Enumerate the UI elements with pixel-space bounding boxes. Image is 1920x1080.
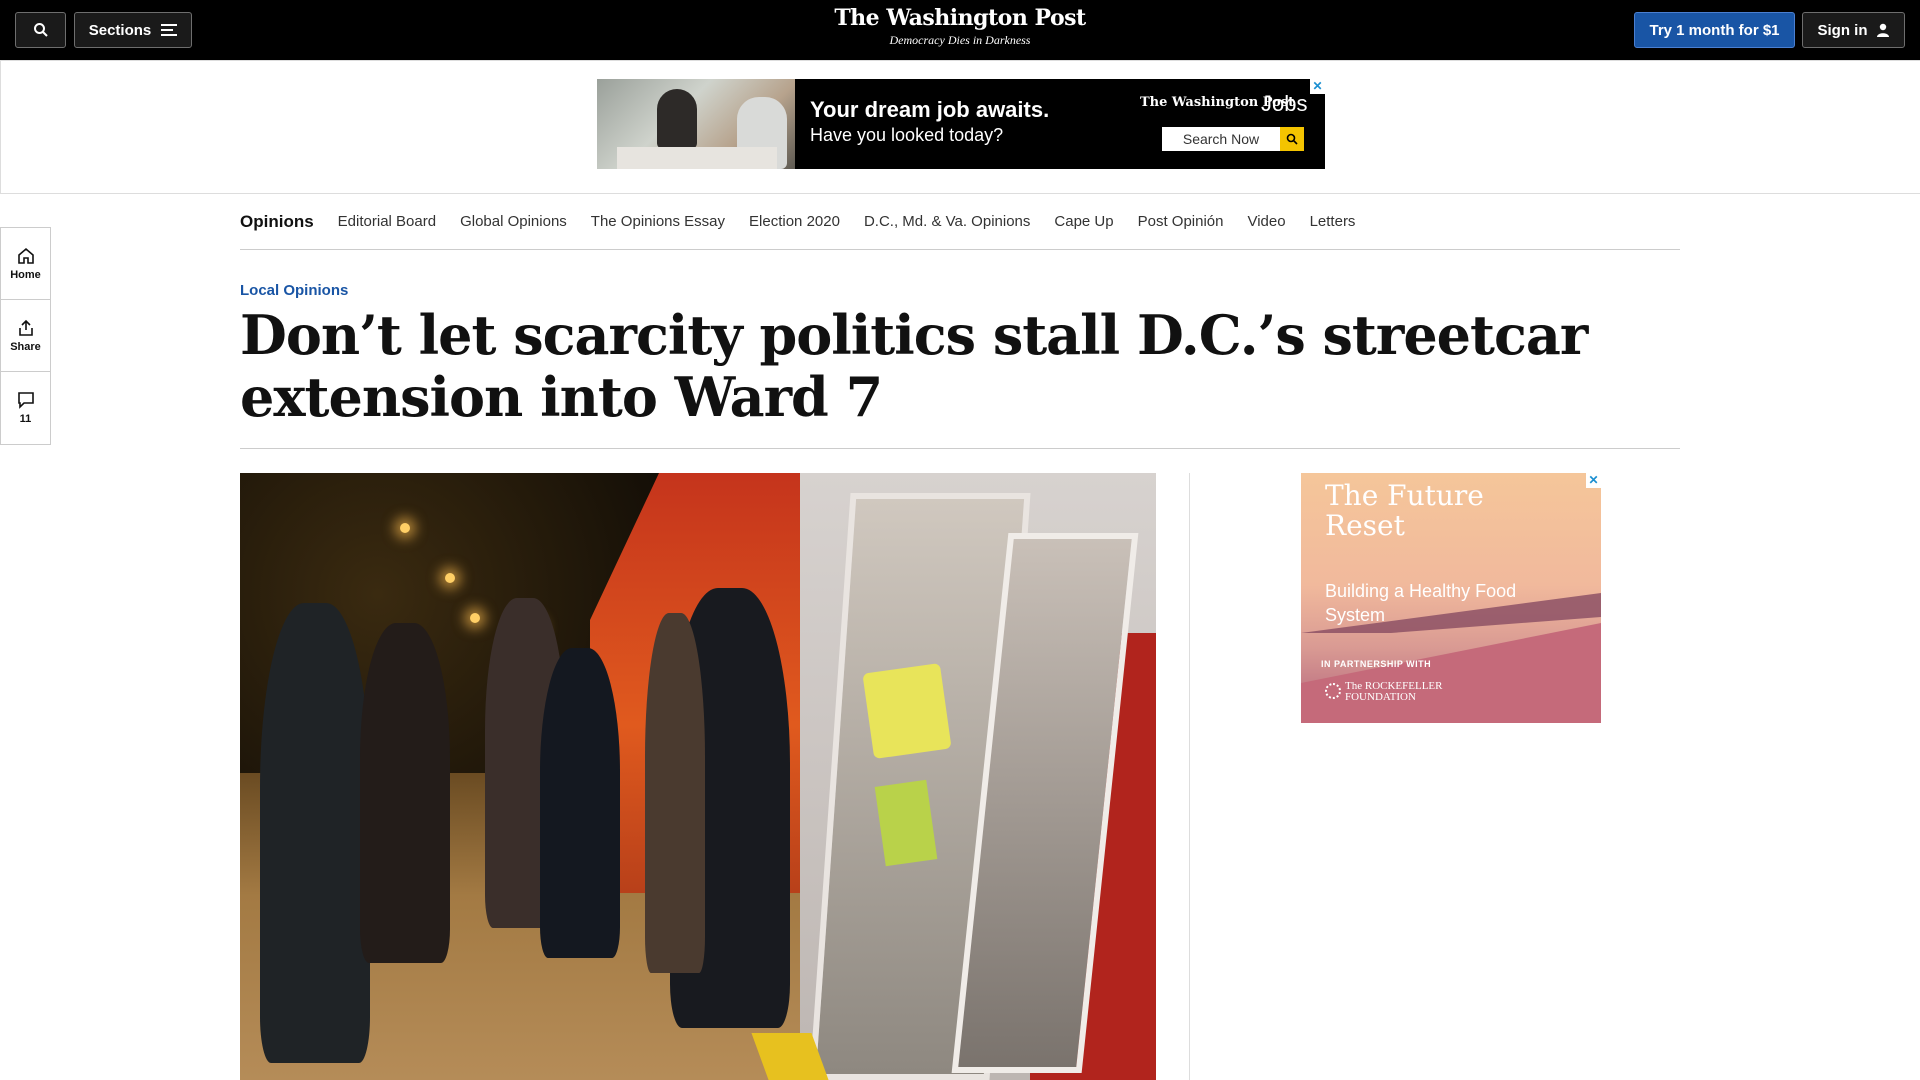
photo-passenger xyxy=(360,623,450,963)
rail-comments-count: 11 xyxy=(19,413,32,425)
home-icon xyxy=(17,247,34,264)
ad-search-label: Search Now xyxy=(1182,131,1260,147)
rail-home-button[interactable]: Home xyxy=(1,228,50,300)
sign-in-button[interactable]: Sign in xyxy=(1802,12,1905,48)
left-rail: Home Share 11 xyxy=(0,227,51,445)
top-bar: Sections The Washington Post Democracy D… xyxy=(0,0,1920,60)
ad-photo xyxy=(597,79,795,169)
column-divider xyxy=(1189,473,1190,1080)
side-ad-partner-label: IN PARTNERSHIP WITH xyxy=(1321,659,1432,669)
section-nav-item[interactable]: Editorial Board xyxy=(338,213,436,230)
photo-passenger xyxy=(540,648,620,958)
side-ad-subtitle: Building a Healthy Food System xyxy=(1325,581,1517,625)
photo-lamp xyxy=(400,523,410,533)
search-icon xyxy=(33,23,48,37)
photo-passenger xyxy=(260,603,370,1063)
lead-photo xyxy=(240,473,1156,1080)
jobs-banner-ad[interactable]: Your dream job awaits. Have you looked t… xyxy=(597,79,1325,169)
ad-product: Jobs xyxy=(1261,91,1308,116)
sections-label: Sections xyxy=(88,21,152,39)
foundation-seal-icon xyxy=(1325,683,1341,699)
side-ad[interactable]: The Future Reset Building a Healthy Food… xyxy=(1301,473,1601,723)
section-nav-title[interactable]: Opinions xyxy=(240,212,314,232)
photo-welcome-sticker xyxy=(862,662,952,760)
section-nav-item[interactable]: Cape Up xyxy=(1054,213,1113,230)
rail-share-label: Share xyxy=(10,340,41,353)
ad-headline: Your dream job awaits. xyxy=(810,97,1050,122)
top-ad-band: Your dream job awaits. Have you looked t… xyxy=(0,60,1920,194)
logo-tagline: Democracy Dies in Darkness xyxy=(889,33,1031,47)
rail-share-button[interactable]: Share xyxy=(1,300,50,372)
side-ad-title: The Future Reset xyxy=(1325,479,1484,542)
section-nav: Opinions Editorial Board Global Opinions… xyxy=(240,194,1680,250)
section-nav-item[interactable]: Post Opinión xyxy=(1138,213,1224,230)
share-icon xyxy=(18,319,33,336)
side-ad-foundation: The ROCKEFELLER FOUNDATION xyxy=(1345,680,1443,703)
logo-name: The Washington Post xyxy=(834,5,1086,31)
menu-icon xyxy=(161,24,178,36)
photo-passenger xyxy=(645,613,705,973)
rail-home-label: Home xyxy=(10,268,41,281)
ad-subline: Have you looked today? xyxy=(810,125,1004,145)
subscribe-button[interactable]: Try 1 month for $1 xyxy=(1634,12,1795,48)
rail-comments-button[interactable]: 11 xyxy=(1,372,50,444)
photo-share-sticker xyxy=(874,779,938,867)
magnifier-icon xyxy=(1280,127,1304,151)
comment-icon xyxy=(17,392,34,409)
search-button[interactable] xyxy=(15,12,66,48)
section-nav-item[interactable]: D.C., Md. & Va. Opinions xyxy=(864,213,1030,230)
ad-photo-desk xyxy=(617,147,777,169)
close-icon[interactable]: ✕ xyxy=(1586,473,1601,488)
sign-in-label: Sign in xyxy=(1817,21,1868,39)
ad-search-button[interactable]: Search Now xyxy=(1162,127,1304,151)
site-logo[interactable]: The Washington Post Democracy Dies in Da… xyxy=(760,5,1160,48)
section-nav-item[interactable]: Video xyxy=(1247,213,1285,230)
ad-photo-person xyxy=(657,89,697,149)
section-nav-item[interactable]: Letters xyxy=(1310,213,1356,230)
headline-divider xyxy=(240,448,1680,449)
article-headline: Don’t let scarcity politics stall D.C.’s… xyxy=(240,303,1588,429)
ad-decor xyxy=(1301,623,1601,723)
photo-lamp xyxy=(470,613,480,623)
section-nav-item[interactable]: The Opinions Essay xyxy=(591,213,725,230)
section-nav-item[interactable]: Election 2020 xyxy=(749,213,840,230)
close-icon[interactable]: ✕ xyxy=(1310,79,1325,94)
user-icon xyxy=(1876,23,1889,37)
article-kicker[interactable]: Local Opinions xyxy=(240,282,348,299)
photo-lamp xyxy=(445,573,455,583)
section-nav-item[interactable]: Global Opinions xyxy=(460,213,567,230)
sections-button[interactable]: Sections xyxy=(74,12,192,48)
